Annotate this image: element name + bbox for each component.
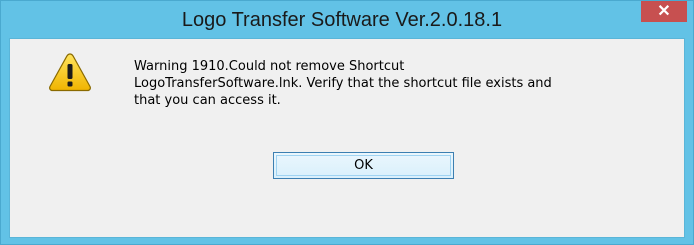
warning-icon <box>49 53 91 92</box>
ok-button[interactable]: OK <box>273 152 454 179</box>
dialog-window: Logo Transfer Software Ver.2.0.18.1 ✕ Wa… <box>0 0 694 245</box>
close-button[interactable]: ✕ <box>641 1 687 22</box>
title-bar[interactable]: Logo Transfer Software Ver.2.0.18.1 ✕ <box>1 1 693 37</box>
dialog-title: Logo Transfer Software Ver.2.0.18.1 <box>181 9 503 31</box>
close-icon: ✕ <box>657 2 671 20</box>
warning-message: Warning 1910.Could not remove Shortcut L… <box>134 59 552 108</box>
